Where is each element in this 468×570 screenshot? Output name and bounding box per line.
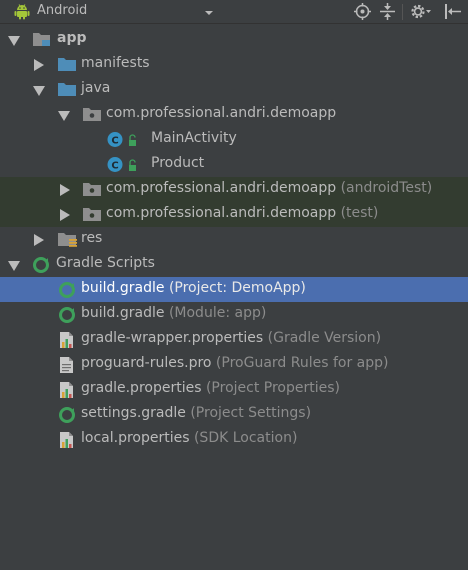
folder-icon	[58, 81, 76, 101]
collapsed-arrow-icon[interactable]	[60, 209, 70, 225]
toolbar-separator	[402, 4, 403, 20]
tree-row-manifests[interactable]: manifests	[0, 52, 468, 77]
properties-file-icon	[59, 431, 75, 453]
tree-label-app: app	[57, 30, 87, 46]
collapse-all-icon[interactable]	[379, 3, 396, 24]
package-hint: (androidTest)	[340, 180, 433, 196]
text-file-icon	[59, 356, 75, 378]
tree-row-build-gradle-project[interactable]: build.gradle (Project: DemoApp)	[0, 277, 468, 302]
tree-label-res: res	[81, 230, 103, 246]
tree-label-manifests: manifests	[81, 55, 150, 71]
tree-label-file: local.properties (SDK Location)	[81, 430, 297, 446]
scroll-from-source-icon[interactable]	[354, 3, 371, 24]
tree-row-package-android-test[interactable]: com.professional.andri.demoapp (androidT…	[0, 177, 468, 202]
module-folder-icon	[32, 31, 52, 52]
tree-label-class: MainActivity	[151, 130, 237, 146]
tree-label-package: com.professional.andri.demoapp (androidT…	[106, 180, 432, 196]
file-hint: (ProGuard Rules for app)	[215, 355, 389, 371]
file-name: gradle-wrapper.properties	[81, 330, 264, 346]
file-hint: (Project Settings)	[190, 405, 312, 421]
gradle-icon	[58, 306, 76, 328]
resource-folder-icon	[58, 231, 78, 252]
class-icon: C	[107, 131, 141, 152]
view-mode-select[interactable]: Android	[37, 3, 87, 18]
tree-label-java: java	[81, 80, 111, 96]
settings-icon[interactable]	[410, 3, 432, 24]
file-name: settings.gradle	[81, 405, 186, 421]
tree-label-file: build.gradle (Module: app)	[81, 305, 266, 321]
package-name: com.professional.andri.demoapp	[106, 180, 337, 196]
tree-label-file: build.gradle (Project: DemoApp)	[81, 280, 306, 296]
dropdown-arrow-icon[interactable]	[204, 6, 214, 22]
gradle-icon	[32, 256, 50, 278]
tree-label-file: proguard-rules.pro (ProGuard Rules for a…	[81, 355, 388, 371]
tree-row-local-properties[interactable]: local.properties (SDK Location)	[0, 427, 468, 452]
folder-icon	[58, 56, 76, 76]
tree-row-gradle-properties[interactable]: gradle.properties (Project Properties)	[0, 377, 468, 402]
tree-label-file: settings.gradle (Project Settings)	[81, 405, 311, 421]
gradle-icon	[58, 281, 76, 303]
file-name: build.gradle	[81, 305, 165, 321]
file-name: build.gradle	[81, 280, 165, 296]
expanded-arrow-icon[interactable]	[8, 34, 20, 50]
tree-row-app[interactable]: app	[0, 27, 468, 52]
tree-label-gradle-scripts: Gradle Scripts	[56, 255, 155, 271]
project-view-toolbar: Android	[0, 0, 468, 24]
tree-row-res[interactable]: res	[0, 227, 468, 252]
tree-label-class: Product	[151, 155, 205, 171]
file-name: proguard-rules.pro	[81, 355, 212, 371]
file-hint: (SDK Location)	[193, 430, 298, 446]
hide-icon[interactable]	[444, 3, 462, 24]
tree-row-package-main[interactable]: com.professional.andri.demoapp	[0, 102, 468, 127]
file-name: gradle.properties	[81, 380, 202, 396]
tree-row-package-test[interactable]: com.professional.andri.demoapp (test)	[0, 202, 468, 227]
file-name: local.properties	[81, 430, 190, 446]
tree-row-java[interactable]: java	[0, 77, 468, 102]
collapsed-arrow-icon[interactable]	[34, 59, 44, 75]
gradle-icon	[58, 406, 76, 428]
expanded-arrow-icon[interactable]	[33, 84, 45, 100]
tree-row-product[interactable]: C Product	[0, 152, 468, 177]
class-icon: C	[107, 156, 141, 177]
package-folder-icon	[83, 181, 101, 201]
tree-row-settings-gradle[interactable]: settings.gradle (Project Settings)	[0, 402, 468, 427]
properties-file-icon	[59, 331, 75, 353]
tree-label-package: com.professional.andri.demoapp (test)	[106, 205, 378, 221]
tree-row-proguard-rules[interactable]: proguard-rules.pro (ProGuard Rules for a…	[0, 352, 468, 377]
tree-label-package: com.professional.andri.demoapp	[106, 105, 337, 121]
tree-label-file: gradle.properties (Project Properties)	[81, 380, 340, 396]
package-hint: (test)	[340, 205, 379, 221]
android-icon	[14, 3, 30, 24]
svg-text:C: C	[111, 161, 118, 172]
package-folder-icon	[83, 106, 101, 126]
tree-row-gradle-scripts[interactable]: Gradle Scripts	[0, 252, 468, 277]
file-hint: (Gradle Version)	[267, 330, 382, 346]
expanded-arrow-icon[interactable]	[8, 259, 20, 275]
file-hint: (Project Properties)	[205, 380, 340, 396]
package-name: com.professional.andri.demoapp	[106, 205, 337, 221]
properties-file-icon	[59, 381, 75, 403]
tree-row-main-activity[interactable]: C MainActivity	[0, 127, 468, 152]
file-hint: (Module: app)	[168, 305, 267, 321]
package-folder-icon	[83, 206, 101, 226]
tree-row-build-gradle-module[interactable]: build.gradle (Module: app)	[0, 302, 468, 327]
tree-row-gradle-wrapper-properties[interactable]: gradle-wrapper.properties (Gradle Versio…	[0, 327, 468, 352]
collapsed-arrow-icon[interactable]	[60, 184, 70, 200]
tree-label-file: gradle-wrapper.properties (Gradle Versio…	[81, 330, 381, 346]
svg-text:C: C	[111, 136, 118, 147]
expanded-arrow-icon[interactable]	[58, 109, 70, 125]
file-hint: (Project: DemoApp)	[168, 280, 306, 296]
collapsed-arrow-icon[interactable]	[34, 234, 44, 250]
